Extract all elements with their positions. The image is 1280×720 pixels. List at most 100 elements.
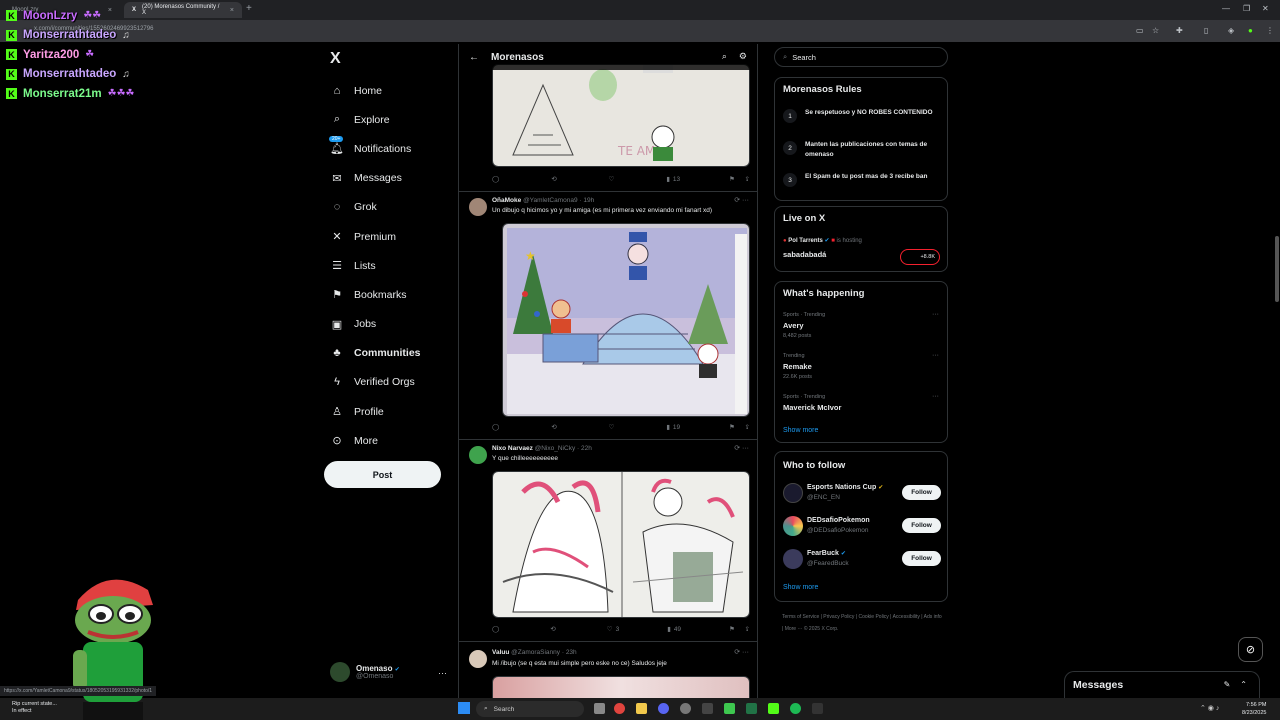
follow-suggestion[interactable]: DEDsafioPokemon @DEDsafioPokemon Follow — [783, 514, 941, 540]
follow-suggestion[interactable]: Esports Nations Cup ✔ @ENC_EN Follow — [783, 481, 941, 507]
space-title[interactable]: sabadabadá — [783, 250, 826, 259]
bookmark-icon[interactable]: ⚑ — [729, 423, 735, 431]
task-view-icon[interactable] — [594, 703, 605, 714]
avatar[interactable] — [469, 650, 487, 668]
terminal-icon[interactable] — [812, 703, 823, 714]
close-icon[interactable]: × — [230, 7, 234, 14]
post[interactable]: OñaMoke @YamletCamona9 · 19h ⟳ ··· Un di… — [459, 192, 757, 440]
windows-start-icon[interactable] — [458, 702, 470, 714]
scrollbar-thumb[interactable] — [1275, 236, 1279, 302]
community-timeline[interactable]: ← Morenasos ⌕ ⚙ TE AMO ◯ ⟲ ♡ ▮ 13 ⚑ ⇪ Oñ… — [458, 44, 758, 720]
messages-drawer[interactable]: Messages ✎ ⌃ — [1064, 671, 1260, 698]
spotify-icon[interactable] — [790, 703, 801, 714]
post-image[interactable]: ★ — [502, 223, 750, 417]
settings-icon[interactable] — [680, 703, 691, 714]
show-more-link[interactable]: Show more — [783, 427, 818, 434]
star-icon[interactable]: ☆ — [1152, 26, 1159, 35]
follow-button[interactable]: Follow — [902, 551, 941, 566]
chevron-up-icon[interactable]: ⌃ — [1240, 680, 1247, 689]
profile-icon[interactable]: ● — [1248, 26, 1253, 35]
more-dots-icon[interactable]: ··· — [438, 668, 447, 678]
trend-name[interactable]: Maverick McIvor — [783, 403, 841, 412]
nav-item-more[interactable]: ⊙ More — [330, 426, 421, 455]
tab-2[interactable]: X (20) Morenasos Community / X × — [124, 2, 242, 18]
views-button[interactable]: ▮ 19 — [666, 423, 680, 432]
compose-message-icon[interactable]: ✎ — [1224, 680, 1231, 689]
search-box[interactable]: ⌕ — [774, 47, 948, 67]
system-tray-icons[interactable]: ⌃ ◉ ♪ — [1200, 704, 1219, 712]
post[interactable]: Nixo Narvaez @Nixo_NiCky · 22h ⟳ ··· Y q… — [459, 440, 757, 642]
search-input[interactable] — [792, 52, 933, 62]
chrome-icon[interactable] — [614, 703, 625, 714]
nav-item-premium[interactable]: ✕ Premium — [330, 222, 421, 251]
reply-button[interactable]: ◯ — [492, 175, 502, 183]
more-dots-icon[interactable]: ··· — [932, 311, 939, 318]
show-more-link[interactable]: Show more — [783, 584, 818, 591]
nav-item-profile[interactable]: ♙ Profile — [330, 397, 421, 426]
like-button[interactable]: ♡ — [609, 423, 618, 431]
nav-item-grok[interactable]: ◌ Grok — [330, 193, 421, 222]
account-switcher[interactable]: Omenaso ✔ @Omenaso — [330, 662, 400, 682]
follow-suggestion[interactable]: FearBuck ✔ @FearedBuck Follow — [783, 547, 941, 573]
repost-button[interactable]: ⟲ — [550, 625, 558, 633]
more-dots-icon[interactable]: ··· — [932, 352, 939, 359]
follow-button[interactable]: Follow — [902, 485, 941, 500]
nav-item-jobs[interactable]: ▣ Jobs — [330, 310, 421, 339]
close-window-icon[interactable]: ✕ — [1262, 4, 1269, 13]
nav-item-verified-orgs[interactable]: ϟ Verified Orgs — [330, 368, 421, 397]
trend-name[interactable]: Remake — [783, 362, 812, 371]
share-icon[interactable]: ⇪ — [745, 423, 750, 431]
nav-item-communities[interactable]: ♣ Communities — [330, 339, 420, 368]
excel-icon[interactable] — [746, 703, 757, 714]
back-arrow-icon[interactable]: ← — [469, 52, 479, 63]
author-name[interactable]: Valuu — [492, 649, 509, 656]
more-dots-icon[interactable]: ⟳ ··· — [734, 648, 749, 656]
views-button[interactable]: ▮ 49 — [667, 625, 681, 634]
more-dots-icon[interactable]: ··· — [932, 393, 939, 400]
weather-widget[interactable]: Rip current state... In effect — [12, 701, 57, 715]
share-icon[interactable]: ⇪ — [745, 175, 750, 183]
extensions-icon[interactable]: ✚ — [1176, 26, 1183, 35]
x-logo-icon[interactable]: X — [330, 50, 341, 68]
share-icon[interactable]: ⇪ — [745, 625, 750, 633]
search-icon[interactable]: ⌕ — [722, 51, 727, 62]
author-name[interactable]: Nixo Narvaez — [492, 445, 533, 452]
follow-button[interactable]: Follow — [902, 518, 941, 533]
nav-item-home[interactable]: ⌂ Home — [330, 76, 421, 105]
reply-button[interactable]: ◯ — [492, 423, 502, 431]
post-image[interactable] — [492, 471, 750, 618]
more-dots-icon[interactable]: ⟳ ··· — [734, 444, 749, 452]
nav-item-lists[interactable]: ☰ Lists — [330, 251, 421, 280]
cast-icon[interactable]: ▭ — [1136, 26, 1144, 35]
listener-count[interactable]: +8.8K — [900, 249, 940, 265]
repost-button[interactable]: ⟲ — [551, 423, 559, 431]
menu-icon[interactable]: ⋮ — [1266, 26, 1274, 35]
taskbar-clock[interactable]: 7:56 PM 8/23/2025 — [1242, 701, 1266, 717]
bookmark-icon[interactable]: ⚑ — [729, 175, 735, 183]
reply-button[interactable]: ◯ — [492, 625, 502, 633]
grok-icon[interactable]: ⊘ — [1238, 637, 1263, 662]
post-button[interactable]: Post — [324, 461, 441, 488]
minimize-icon[interactable]: — — [1222, 4, 1230, 13]
views-button[interactable]: ▮ 13 — [666, 175, 680, 184]
xbox-icon[interactable] — [724, 703, 735, 714]
app-icon[interactable] — [702, 703, 713, 714]
discord-icon[interactable] — [658, 703, 669, 714]
extension-icon[interactable]: ◈ — [1228, 26, 1234, 35]
more-dots-icon[interactable]: ⟳ ··· — [734, 196, 749, 204]
nav-item-messages[interactable]: ✉ Messages — [330, 164, 421, 193]
taskbar-search[interactable]: ⌕ Search — [476, 701, 584, 717]
live-on-x-panel[interactable]: Live on X ● Pol Tarrents ✔ ■ is hosting … — [774, 206, 948, 272]
author-name[interactable]: OñaMoke — [492, 197, 521, 204]
nav-item-bookmarks[interactable]: ⚑ Bookmarks — [330, 280, 421, 309]
bookmark-icon[interactable]: ⚑ — [729, 625, 735, 633]
post-image[interactable]: TE AMO — [492, 64, 750, 167]
repost-button[interactable]: ⟲ — [551, 175, 559, 183]
kick-icon[interactable] — [768, 703, 779, 714]
file-explorer-icon[interactable] — [636, 703, 647, 714]
gear-icon[interactable]: ⚙ — [739, 51, 747, 62]
like-button[interactable]: ♡ — [609, 175, 618, 183]
maximize-icon[interactable]: ❐ — [1243, 4, 1250, 13]
trend-name[interactable]: Avery — [783, 321, 804, 330]
avatar[interactable] — [469, 446, 487, 464]
